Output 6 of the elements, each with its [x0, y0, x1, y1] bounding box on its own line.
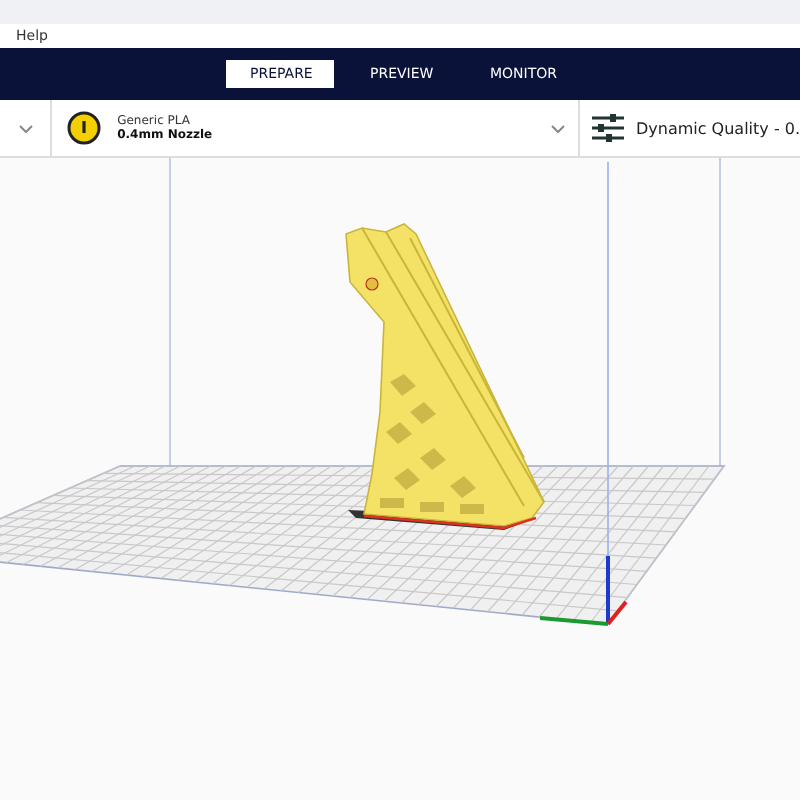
extruder-icon [65, 110, 102, 146]
chevron-down-icon[interactable] [549, 123, 566, 133]
chevron-down-icon[interactable] [17, 123, 34, 133]
sliders-icon [591, 114, 624, 142]
print-profile-label[interactable]: Dynamic Quality - 0. [635, 119, 800, 137]
axis-indicator-drawing [539, 556, 628, 626]
